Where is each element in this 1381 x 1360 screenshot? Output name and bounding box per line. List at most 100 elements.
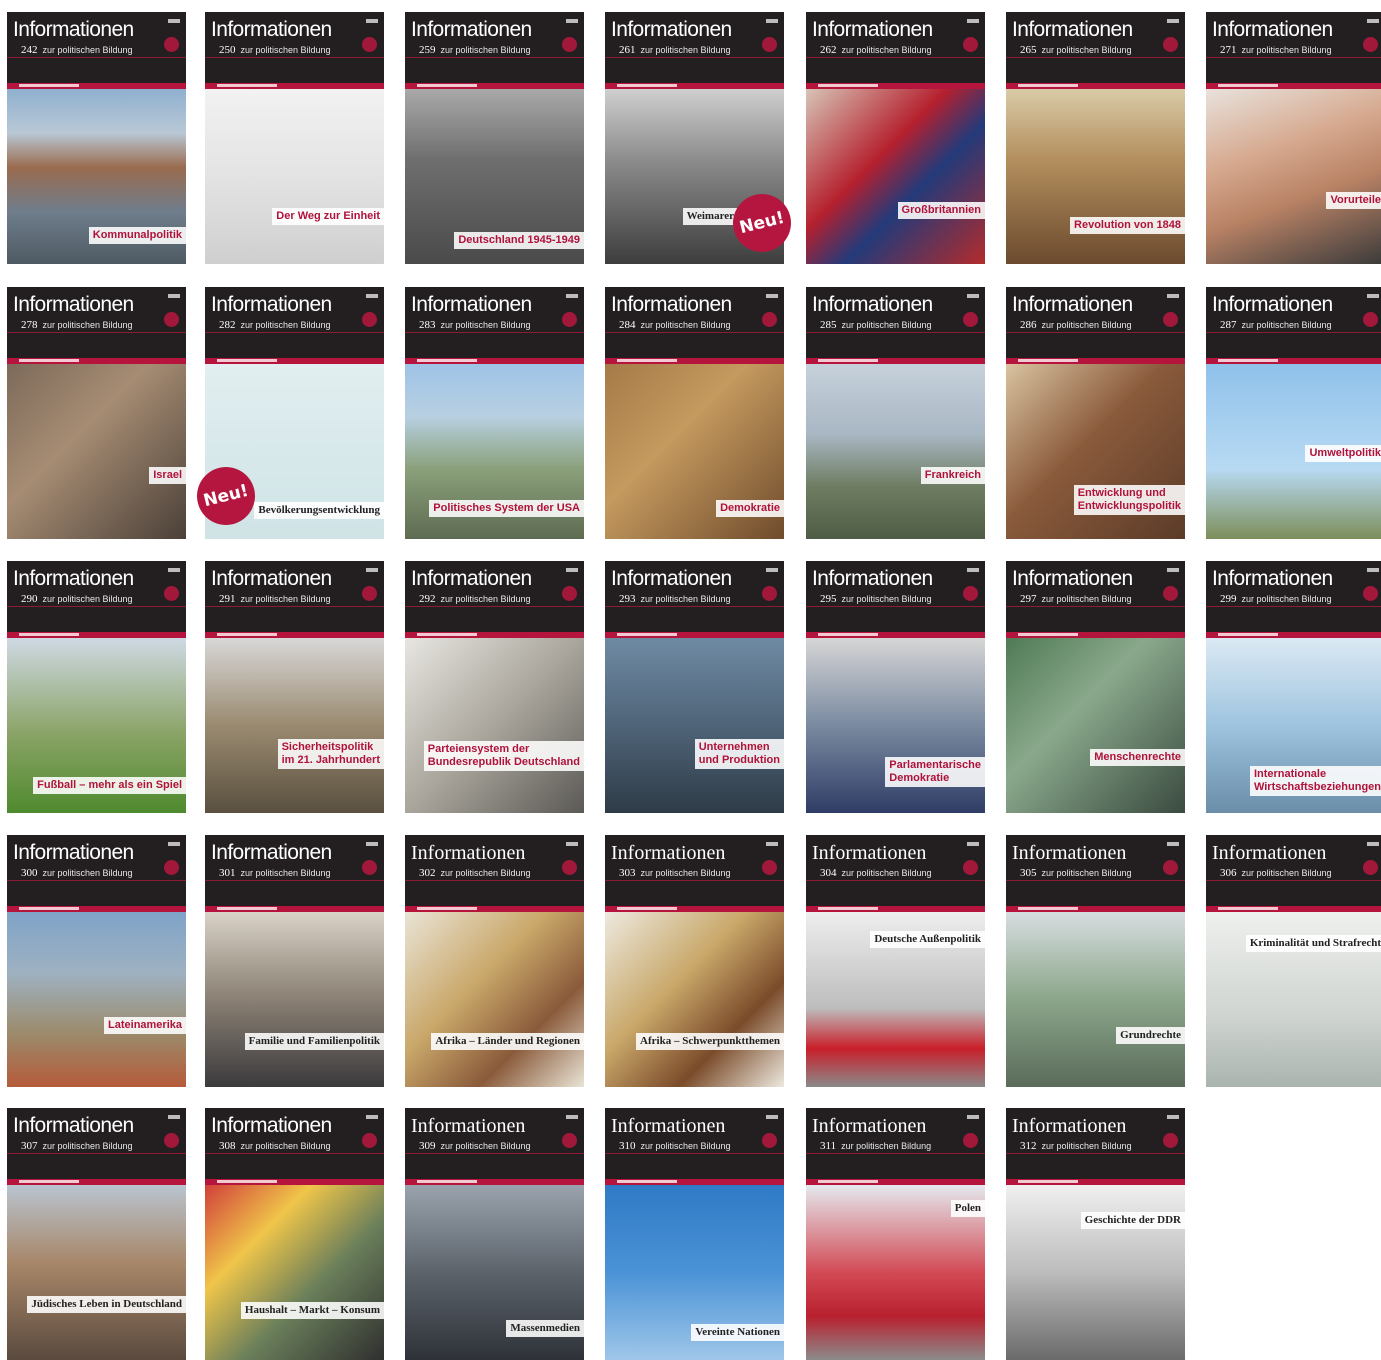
seal-icon [963,586,978,601]
cover-299[interactable]: Informationen 299 zur politischen Bildung I… [1206,561,1381,813]
issue-number: 303 [619,867,636,879]
header-rule [806,880,985,881]
cover-265[interactable]: Informationen 265 zur politischen Bildung R… [1006,12,1185,264]
issue-line: 278 zur politischen Bildung [21,319,133,332]
series-subtitle: zur politischen Bildung [42,594,133,604]
cover-300[interactable]: Informationen 300 zur politischen Bildung L… [7,835,186,1087]
series-subtitle: zur politischen Bildung [240,320,331,330]
cover-308[interactable]: Informationen 308 zur politischen Bildung H… [205,1108,384,1360]
seal-icon [1363,37,1378,52]
issue-number: 299 [1220,593,1237,605]
publisher-logo-icon [566,568,578,572]
cover-306[interactable]: Informationen 306 zur politischen Bildung K… [1206,835,1381,1087]
cover-photo [405,638,584,813]
seal-icon [562,312,577,327]
header-rule [405,606,584,607]
cover-292[interactable]: Informationen 292 zur politischen Bildung P… [405,561,584,813]
cover-header: Informationen 262 zur politischen Bildung [806,12,985,83]
cover-photo [1006,89,1185,264]
cover-307[interactable]: Informationen 307 zur politischen Bildung J… [7,1108,186,1360]
cover-header: Informationen 285 zur politischen Bildung [806,287,985,358]
cover-290[interactable]: Informationen 290 zur politischen Bildung F… [7,561,186,813]
cover-header: Informationen 284 zur politischen Bildung [605,287,784,358]
cover-header: Informationen 304 zur politischen Bildung [806,835,985,906]
edition-strip-mark [1218,633,1278,636]
cover-259[interactable]: Informationen 259 zur politischen Bildung D… [405,12,584,264]
issue-line: 292 zur politischen Bildung [419,593,531,606]
cover-262[interactable]: Informationen 262 zur politischen Bildung G… [806,12,985,264]
cover-284[interactable]: Informationen 284 zur politischen Bildung D… [605,287,784,539]
series-title: Informationen [211,1114,332,1137]
publisher-logo-icon [566,842,578,846]
series-subtitle: zur politischen Bildung [1041,320,1132,330]
header-rule [205,880,384,881]
edition-strip-mark [19,84,79,87]
header-rule [605,880,784,881]
cover-287[interactable]: Informationen 287 zur politischen Bildung U… [1206,287,1381,539]
series-title: Informationen [411,842,526,864]
cover-304[interactable]: Informationen 304 zur politischen Bildung D… [806,835,985,1087]
edition-strip-mark [417,907,477,910]
cover-295[interactable]: Informationen 295 zur politischen Bildung P… [806,561,985,813]
cover-305[interactable]: Informationen 305 zur politischen Bildung G… [1006,835,1185,1087]
header-rule [605,332,784,333]
cover-header: Informationen 310 zur politischen Bildung [605,1108,784,1179]
cover-title: Deutschland 1945-1949 [454,232,584,249]
cover-header: Informationen 286 zur politischen Bildung [1006,287,1185,358]
cover-header: Informationen 302 zur politischen Bildung [405,835,584,906]
cover-309[interactable]: Informationen 309 zur politischen Bildung M… [405,1108,584,1360]
cover-311[interactable]: Informationen 311 zur politischen Bildung P… [806,1108,985,1360]
issue-line: 297 zur politischen Bildung [1020,593,1132,606]
cover-271[interactable]: Informationen 271 zur politischen Bildung V… [1206,12,1381,264]
edition-strip-mark [217,907,277,910]
cover-312[interactable]: Informationen 312 zur politischen Bildung G… [1006,1108,1185,1360]
cover-310[interactable]: Informationen 310 zur politischen Bildung V… [605,1108,784,1360]
issue-number: 261 [619,44,636,56]
header-rule [7,1153,186,1154]
cover-286[interactable]: Informationen 286 zur politischen Bildung E… [1006,287,1185,539]
cover-photo [205,1185,384,1360]
cover-302[interactable]: Informationen 302 zur politischen Bildung A… [405,835,584,1087]
issue-line: 284 zur politischen Bildung [619,319,731,332]
cover-291[interactable]: Informationen 291 zur politischen Bildung S… [205,561,384,813]
issue-number: 278 [21,319,38,331]
edition-strip-mark [617,1180,677,1183]
issue-number: 265 [1020,44,1037,56]
series-title: Informationen [812,293,933,316]
seal-icon [362,586,377,601]
cover-242[interactable]: Informationen 242 zur politischen Bildung K… [7,12,186,264]
cover-header: Informationen 265 zur politischen Bildung [1006,12,1185,83]
cover-297[interactable]: Informationen 297 zur politischen Bildung M… [1006,561,1185,813]
series-subtitle: zur politischen Bildung [240,45,331,55]
seal-icon [963,860,978,875]
series-title: Informationen [611,842,726,864]
issue-number: 301 [219,867,236,879]
issue-line: 262 zur politischen Bildung [820,44,932,57]
cover-photo [205,638,384,813]
series-title: Informationen [411,18,532,41]
issue-line: 265 zur politischen Bildung [1020,44,1132,57]
cover-header: Informationen 278 zur politischen Bildung [7,287,186,358]
header-rule [1006,606,1185,607]
issue-line: 311 zur politischen Bildung [820,1140,931,1153]
publisher-logo-icon [967,1115,979,1119]
cover-301[interactable]: Informationen 301 zur politischen Bildung F… [205,835,384,1087]
cover-283[interactable]: Informationen 283 zur politischen Bildung P… [405,287,584,539]
header-rule [7,606,186,607]
edition-strip-mark [1218,84,1278,87]
cover-285[interactable]: Informationen 285 zur politischen Bildung F… [806,287,985,539]
cover-photo [605,912,784,1087]
issue-line: 290 zur politischen Bildung [21,593,133,606]
cover-header: Informationen 295 zur politischen Bildung [806,561,985,632]
cover-photo [7,1185,186,1360]
cover-photo [1206,89,1381,264]
cover-293[interactable]: Informationen 293 zur politischen Bildung U… [605,561,784,813]
series-title: Informationen [812,842,927,864]
cover-303[interactable]: Informationen 303 zur politischen Bildung A… [605,835,784,1087]
cover-278[interactable]: Informationen 278 zur politischen Bildung I… [7,287,186,539]
publisher-logo-icon [1367,294,1379,298]
cover-title: Revolution von 1848 [1070,217,1185,234]
series-title: Informationen [13,1114,134,1137]
edition-strip-mark [417,359,477,362]
cover-250[interactable]: Informationen 250 zur politischen Bildung D… [205,12,384,264]
